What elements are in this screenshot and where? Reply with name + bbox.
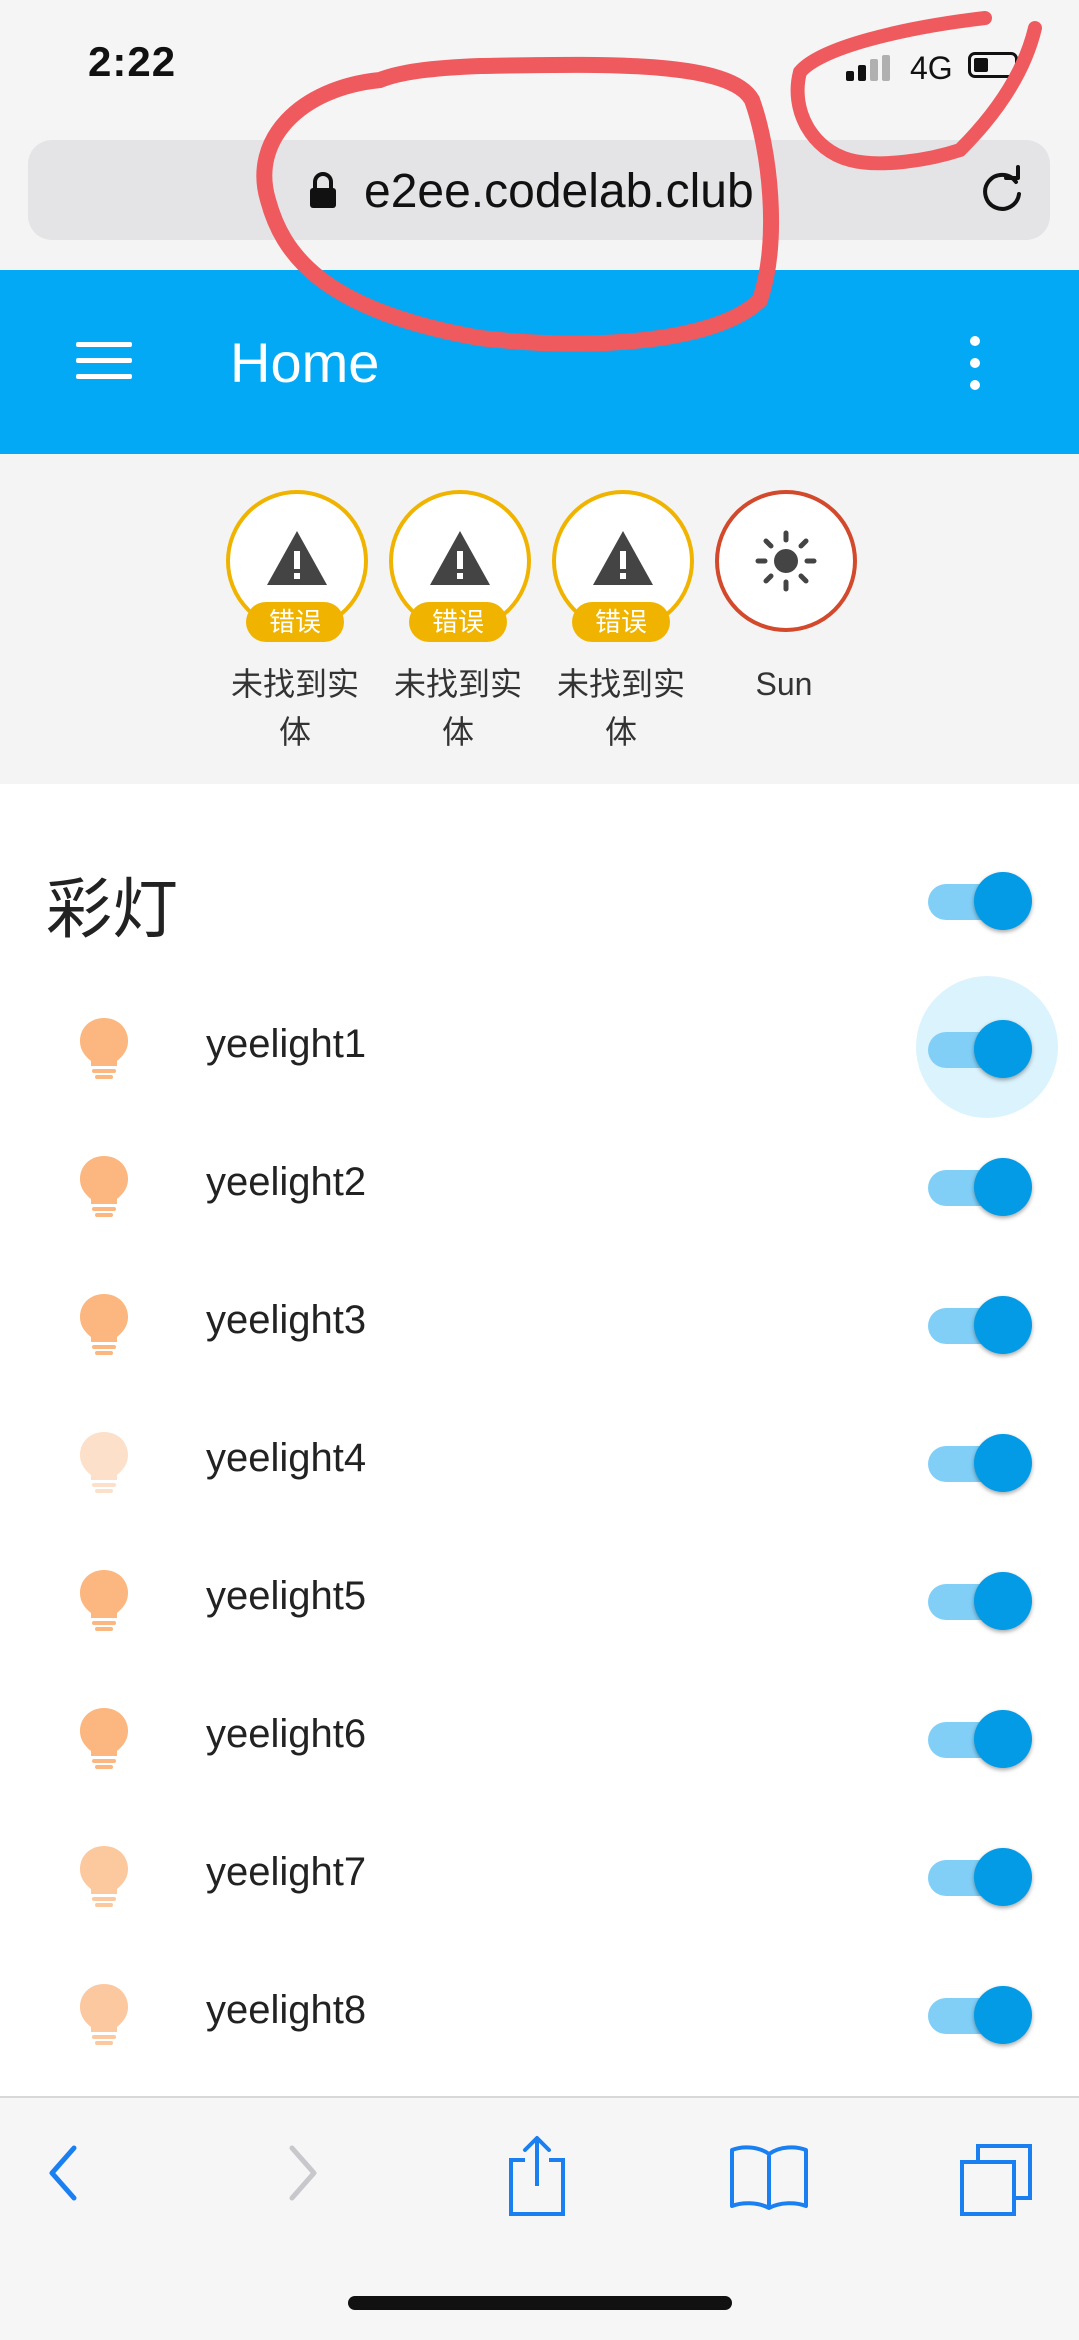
app-header: Home xyxy=(0,270,1079,454)
badge-label-line: 体 xyxy=(441,714,474,750)
reload-icon[interactable] xyxy=(976,164,1028,216)
error-tag: 错误 xyxy=(572,602,670,642)
sun-icon xyxy=(755,530,817,592)
error-tag: 错误 xyxy=(409,602,507,642)
tabs-icon[interactable] xyxy=(958,2142,1034,2218)
status-time: 2:22 xyxy=(88,38,177,85)
light-toggle[interactable] xyxy=(924,1150,1034,1220)
network-type: 4G xyxy=(910,50,953,86)
badge-label: Sun xyxy=(755,666,813,702)
badge-label-line: 未找到实 xyxy=(230,666,359,702)
address-bar[interactable]: e2ee.codelab.club xyxy=(28,140,1050,240)
light-toggle[interactable] xyxy=(924,1702,1034,1772)
light-row[interactable]: yeelight2 xyxy=(0,1116,1079,1254)
lightbulb-icon[interactable] xyxy=(76,1706,132,1770)
back-icon[interactable] xyxy=(40,2142,86,2204)
badge-label-line: 体 xyxy=(278,714,311,750)
url-text[interactable]: e2ee.codelab.club xyxy=(364,164,754,219)
light-toggle[interactable] xyxy=(916,976,1058,1118)
lightbulb-icon[interactable] xyxy=(76,1430,132,1494)
page-title: Home xyxy=(230,331,380,394)
badge-label: 未找到实 体 xyxy=(383,660,533,756)
card-title: 彩灯 xyxy=(46,872,178,946)
badge-label: 未找到实 体 xyxy=(546,660,696,756)
light-row[interactable]: yeelight5 xyxy=(0,1530,1079,1668)
light-name: yeelight6 xyxy=(206,1712,367,1756)
light-toggle[interactable] xyxy=(924,1288,1034,1358)
light-row[interactable]: yeelight7 xyxy=(0,1806,1079,1944)
light-toggle[interactable] xyxy=(924,1978,1034,2048)
lightbulb-icon[interactable] xyxy=(76,1154,132,1218)
lights-card: 彩灯 yeelight1 yeelight2 yeelight3 yeelight4 y… xyxy=(0,784,1079,2096)
menu-icon[interactable] xyxy=(76,342,132,380)
forward-icon[interactable] xyxy=(280,2142,326,2204)
lightbulb-icon[interactable] xyxy=(76,1292,132,1356)
lightbulb-icon[interactable] xyxy=(76,1016,132,1080)
share-icon[interactable] xyxy=(505,2134,569,2218)
warning-icon xyxy=(267,531,327,585)
badge-circle xyxy=(715,490,857,632)
light-toggle[interactable] xyxy=(924,1840,1034,1910)
lock-icon xyxy=(310,172,336,208)
status-bar: 2:22 4G xyxy=(0,0,1079,130)
cellular-signal-icon xyxy=(846,55,896,81)
warning-icon xyxy=(430,531,490,585)
light-row[interactable]: yeelight4 xyxy=(0,1392,1079,1530)
badge-bar: 错误 未找到实 体 错误 未找到实 体 错误 未找到实 体 Sun xyxy=(0,454,1079,784)
error-tag: 错误 xyxy=(246,602,344,642)
light-name: yeelight1 xyxy=(206,1022,367,1066)
home-indicator[interactable] xyxy=(348,2296,732,2310)
entity-badge-error[interactable]: 错误 xyxy=(389,490,531,642)
light-name: yeelight8 xyxy=(206,1988,367,2032)
lightbulb-icon[interactable] xyxy=(76,1568,132,1632)
badge-label: 未找到实 体 xyxy=(220,660,370,756)
badge-label-line: 未找到实 xyxy=(393,666,522,702)
light-row[interactable]: yeelight6 xyxy=(0,1668,1079,1806)
light-name: yeelight3 xyxy=(206,1298,367,1342)
badge-label-line: 未找到实 xyxy=(556,666,685,702)
entity-badge-error[interactable]: 错误 xyxy=(226,490,368,642)
master-toggle[interactable] xyxy=(924,864,1034,934)
light-toggle[interactable] xyxy=(924,1426,1034,1496)
light-row[interactable]: yeelight3 xyxy=(0,1254,1079,1392)
light-row[interactable]: yeelight8 xyxy=(0,1944,1079,2082)
light-name: yeelight5 xyxy=(206,1574,367,1618)
light-name: yeelight2 xyxy=(206,1160,367,1204)
light-row[interactable]: yeelight1 xyxy=(0,976,1079,1118)
lightbulb-icon[interactable] xyxy=(76,1982,132,2046)
bookmarks-icon[interactable] xyxy=(728,2144,810,2210)
lightbulb-icon[interactable] xyxy=(76,1844,132,1908)
entity-badge-sun[interactable] xyxy=(715,490,857,632)
battery-icon xyxy=(968,52,1023,78)
light-toggle[interactable] xyxy=(924,1564,1034,1634)
more-options-icon[interactable] xyxy=(964,336,986,390)
entity-badge-error[interactable]: 错误 xyxy=(552,490,694,642)
warning-icon xyxy=(593,531,653,585)
light-name: yeelight4 xyxy=(206,1436,367,1480)
light-name: yeelight7 xyxy=(206,1850,367,1894)
badge-label-line: 体 xyxy=(604,714,637,750)
